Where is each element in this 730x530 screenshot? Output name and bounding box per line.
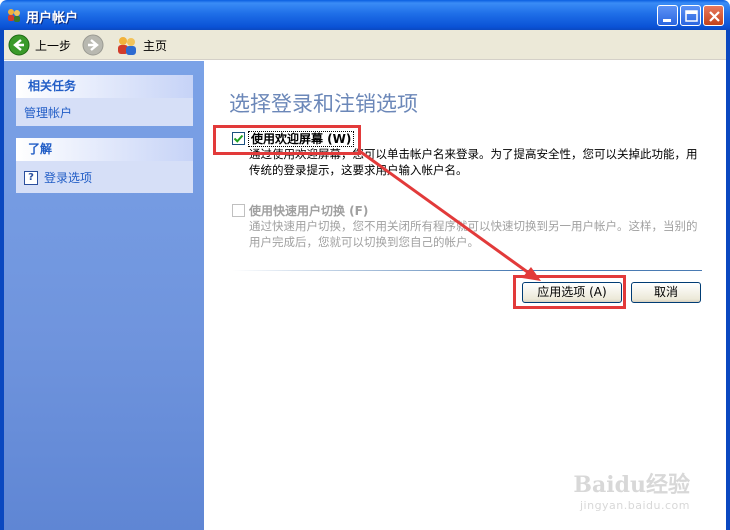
annotation-arrow — [357, 148, 541, 281]
watermark-url: jingyan.baidu.com — [579, 499, 690, 512]
watermark-logo: Baidu经验 — [573, 472, 690, 498]
baidu-watermark: Baidu经验 jingyan.baidu.com — [573, 467, 690, 512]
